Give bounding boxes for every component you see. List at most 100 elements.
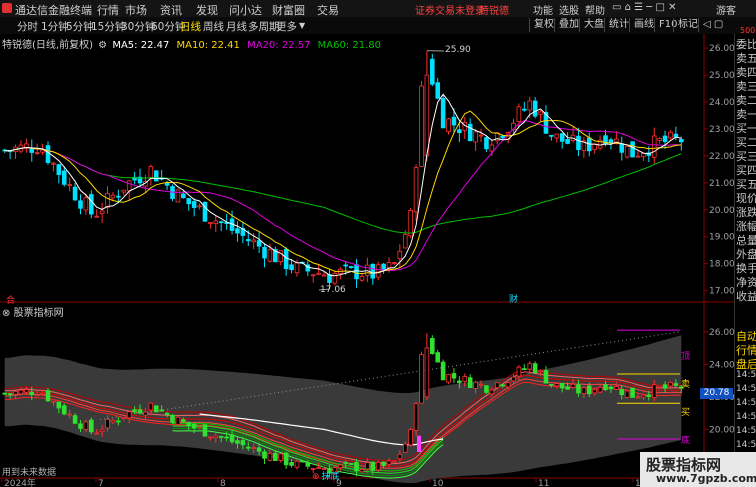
candle-body	[668, 131, 673, 139]
price-tick-label: 17.00	[709, 287, 735, 297]
indicator-candle-body	[538, 369, 543, 373]
indicator-candle-body	[522, 368, 527, 370]
candle-body	[34, 152, 40, 155]
indicator-candle-body	[348, 463, 354, 465]
candle-body	[121, 189, 127, 193]
candle-body	[294, 262, 300, 274]
time-tick-label: 8	[220, 479, 226, 487]
indicator-candle-body	[283, 452, 289, 466]
candle-body	[186, 198, 192, 205]
indicator-candle-body	[289, 462, 294, 466]
quote-label: 14:50	[736, 398, 756, 408]
price-tick-label: 18.00	[709, 260, 735, 270]
price-tick-label: 23.00	[709, 125, 735, 135]
indicator-candle-body	[592, 389, 597, 394]
candle-body	[678, 139, 684, 143]
indicator-candle-body	[446, 374, 451, 383]
candle-body	[51, 162, 56, 165]
watermark-url: www.7gpzb.com	[656, 472, 756, 485]
stock-chart-title: 特锐德(日线,前复权)	[2, 40, 93, 51]
candle-body	[651, 135, 657, 158]
candle-body	[164, 183, 170, 186]
indicator-candle-body	[213, 435, 219, 438]
indicator-candle-body	[392, 460, 397, 463]
indicator-candle-body	[484, 385, 489, 393]
indicator-candle-body	[527, 363, 533, 370]
indicator-candle-body	[619, 388, 625, 396]
candle-body	[657, 138, 662, 141]
settings-gear-icon[interactable]: ⚙	[98, 40, 107, 51]
indicator-candle-body	[143, 411, 148, 416]
candle-body	[457, 129, 462, 134]
indicator-candle-body	[413, 403, 419, 431]
indicator-candle-body	[397, 453, 403, 460]
indicator-close-icon[interactable]: ⊗	[2, 308, 10, 319]
price-tick-label: 21.00	[709, 179, 735, 189]
candle-body	[370, 263, 376, 279]
indicator-candle-body	[635, 396, 641, 399]
indicator-candle-body	[116, 420, 121, 423]
candle-body	[153, 170, 159, 182]
candle-body	[267, 249, 273, 262]
candle-body	[549, 134, 554, 137]
candle-body	[321, 274, 327, 277]
indicator-candle-body	[624, 390, 630, 398]
top-marker: 顶	[681, 352, 691, 362]
quote-label: 收益	[736, 290, 756, 303]
kline-chart-area[interactable]: 26.00 25.00 24.00 23.00 22.00 21.00 20.00 19.00…	[0, 0, 756, 487]
indicator-candle-body	[278, 453, 284, 461]
candle-body	[61, 170, 67, 185]
candle-body	[565, 138, 570, 144]
indicator-candle-body	[673, 383, 679, 386]
candle-body	[262, 247, 267, 259]
candle-body	[235, 228, 240, 234]
candle-body	[67, 184, 72, 186]
indicator-candle-body	[641, 394, 646, 398]
indicator-candle-body	[191, 423, 197, 429]
price-tick-label: 19.00	[709, 233, 735, 243]
indicator-candle-body	[554, 383, 560, 387]
indicator-candle-body	[256, 447, 262, 452]
price-tick-label: 24.00	[709, 98, 735, 108]
indicator-candle-body	[294, 460, 300, 468]
candle-body	[359, 276, 365, 281]
buy-marker: 买	[681, 408, 691, 418]
quote-label: 14:50	[736, 440, 756, 450]
candle-body	[440, 98, 446, 129]
candle-body	[392, 262, 397, 265]
indicator-candle-body	[94, 432, 100, 435]
indicator-candle-body	[402, 443, 408, 453]
candle-body	[213, 220, 219, 225]
indicator-candle-body	[500, 384, 505, 387]
indicator-candle-body	[651, 384, 657, 399]
indicator-candle-body	[164, 412, 170, 415]
candle-body	[516, 106, 522, 123]
candle-body	[532, 100, 538, 117]
time-tick-label: 11	[538, 479, 549, 487]
indicator-candle-body	[132, 409, 137, 412]
indicator-candle-body	[597, 386, 603, 393]
candle-body	[191, 201, 197, 208]
indicator-candle-body	[29, 391, 35, 396]
indicator-candle-body	[370, 461, 376, 471]
finance-marker[interactable]: 财	[509, 292, 518, 305]
indicator-candle-body	[186, 422, 192, 427]
candle-body	[451, 116, 457, 126]
indicator-candle-body	[262, 451, 267, 459]
ma60-label: MA60: 21.80	[317, 40, 382, 51]
ma10-label: MA10: 22.41	[176, 40, 240, 51]
candle-body	[424, 74, 430, 157]
indicator-candle-body	[586, 385, 592, 395]
indicator-candle-body	[424, 347, 430, 398]
candle-body	[419, 85, 424, 167]
candle-body	[381, 263, 386, 271]
indicator-tick-label: 20.00	[709, 425, 735, 435]
indicator-candle-body	[581, 387, 587, 394]
indicator-candle-body	[419, 354, 424, 404]
current-price-box: 20.78	[700, 388, 733, 399]
indicator-candle-body	[337, 464, 343, 469]
indicator-candle-body	[354, 461, 359, 472]
indicator-info: ⊗ 股票指标网	[2, 304, 64, 319]
indicator-candle-body	[229, 434, 235, 443]
indicator-candle-body	[78, 423, 83, 429]
